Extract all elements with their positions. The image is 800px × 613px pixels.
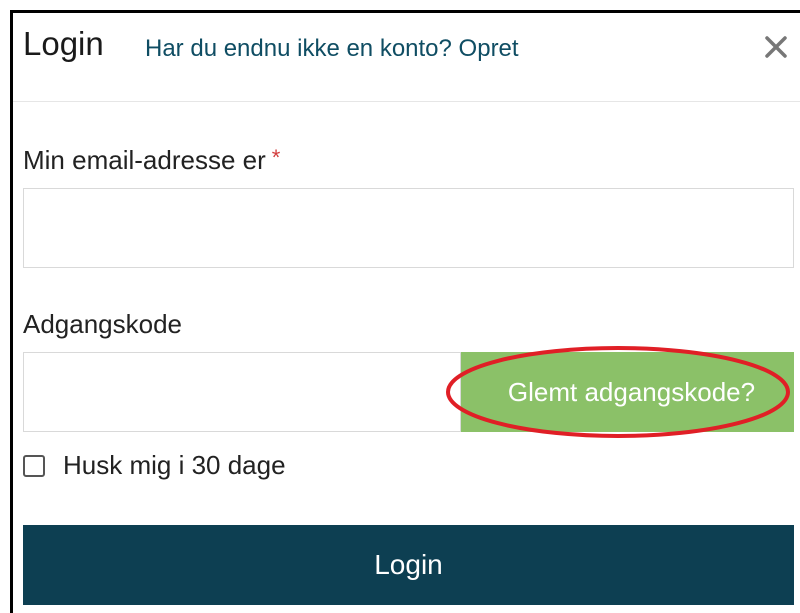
close-icon <box>765 36 787 58</box>
remember-me[interactable]: Husk mig i 30 dage <box>23 450 286 481</box>
login-button[interactable]: Login <box>23 525 794 605</box>
forgot-password-button[interactable]: Glemt adgangskode? <box>461 352 794 432</box>
modal-title: Login <box>23 25 104 62</box>
email-label: Min email-adresse er * <box>23 145 280 176</box>
login-modal: Login Har du endnu ikke en konto? Opret … <box>10 10 800 613</box>
close-button[interactable] <box>758 29 794 65</box>
modal-header: Login Har du endnu ikke en konto? Opret <box>13 13 800 102</box>
signup-link[interactable]: Har du endnu ikke en konto? Opret <box>145 35 519 63</box>
required-marker: * <box>271 145 281 170</box>
remember-checkbox[interactable] <box>23 454 45 477</box>
remember-label: Husk mig i 30 dage <box>63 450 286 480</box>
password-label: Adgangskode <box>23 309 183 339</box>
password-input[interactable] <box>23 352 461 432</box>
email-label-text: Min email-adresse er <box>23 145 266 175</box>
email-input[interactable] <box>23 188 794 268</box>
